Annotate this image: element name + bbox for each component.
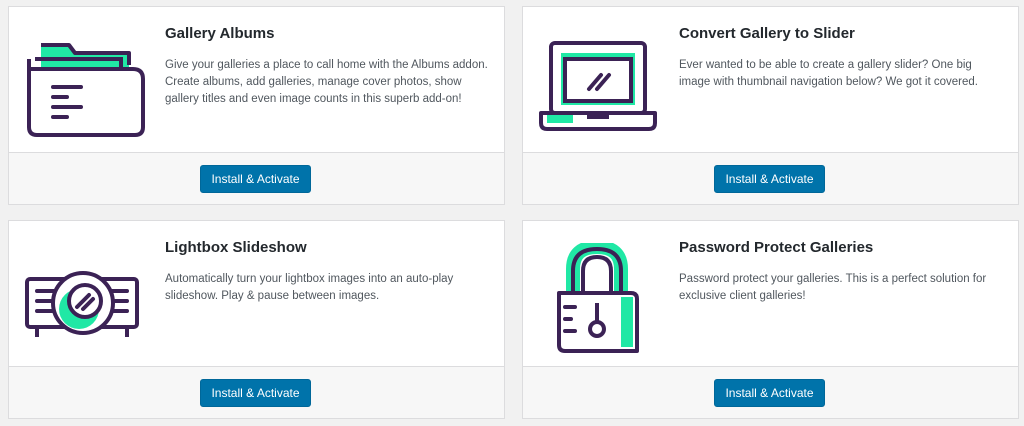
addon-card-footer: Install & Activate <box>9 152 504 204</box>
install-activate-button[interactable]: Install & Activate <box>200 165 311 193</box>
addon-description: Password protect your galleries. This is… <box>679 273 987 302</box>
folder-icon <box>21 29 145 141</box>
addon-description: Automatically turn your lightbox images … <box>165 273 454 302</box>
addon-title: Password Protect Galleries <box>679 239 874 256</box>
addon-card-footer: Install & Activate <box>9 366 504 418</box>
addon-card-body: Password Protect Galleries Password prot… <box>523 221 1018 367</box>
addon-card-gallery-slider: Convert Gallery to Slider Ever wanted to… <box>522 6 1019 205</box>
addon-card-footer: Install & Activate <box>523 366 1018 418</box>
addon-card-body: Lightbox Slideshow Automatically turn yo… <box>9 221 504 367</box>
install-activate-button[interactable]: Install & Activate <box>714 379 825 407</box>
padlock-icon <box>535 243 659 355</box>
addon-card-body: Gallery Albums Give your galleries a pla… <box>9 7 504 153</box>
addon-title: Gallery Albums <box>165 25 275 42</box>
addon-card-gallery-albums: Gallery Albums Give your galleries a pla… <box>8 6 505 205</box>
addon-description: Ever wanted to be able to create a galle… <box>679 59 978 88</box>
install-activate-button[interactable]: Install & Activate <box>714 165 825 193</box>
addon-title: Convert Gallery to Slider <box>679 25 855 42</box>
addon-card-footer: Install & Activate <box>523 152 1018 204</box>
install-activate-button[interactable]: Install & Activate <box>200 379 311 407</box>
addon-card-body: Convert Gallery to Slider Ever wanted to… <box>523 7 1018 153</box>
projector-icon <box>21 243 145 355</box>
addon-description: Give your galleries a place to call home… <box>165 59 488 105</box>
addon-title: Lightbox Slideshow <box>165 239 307 256</box>
addon-card-lightbox-slideshow: Lightbox Slideshow Automatically turn yo… <box>8 220 505 419</box>
addon-card-password-protect: Password Protect Galleries Password prot… <box>522 220 1019 419</box>
laptop-icon <box>535 29 659 141</box>
